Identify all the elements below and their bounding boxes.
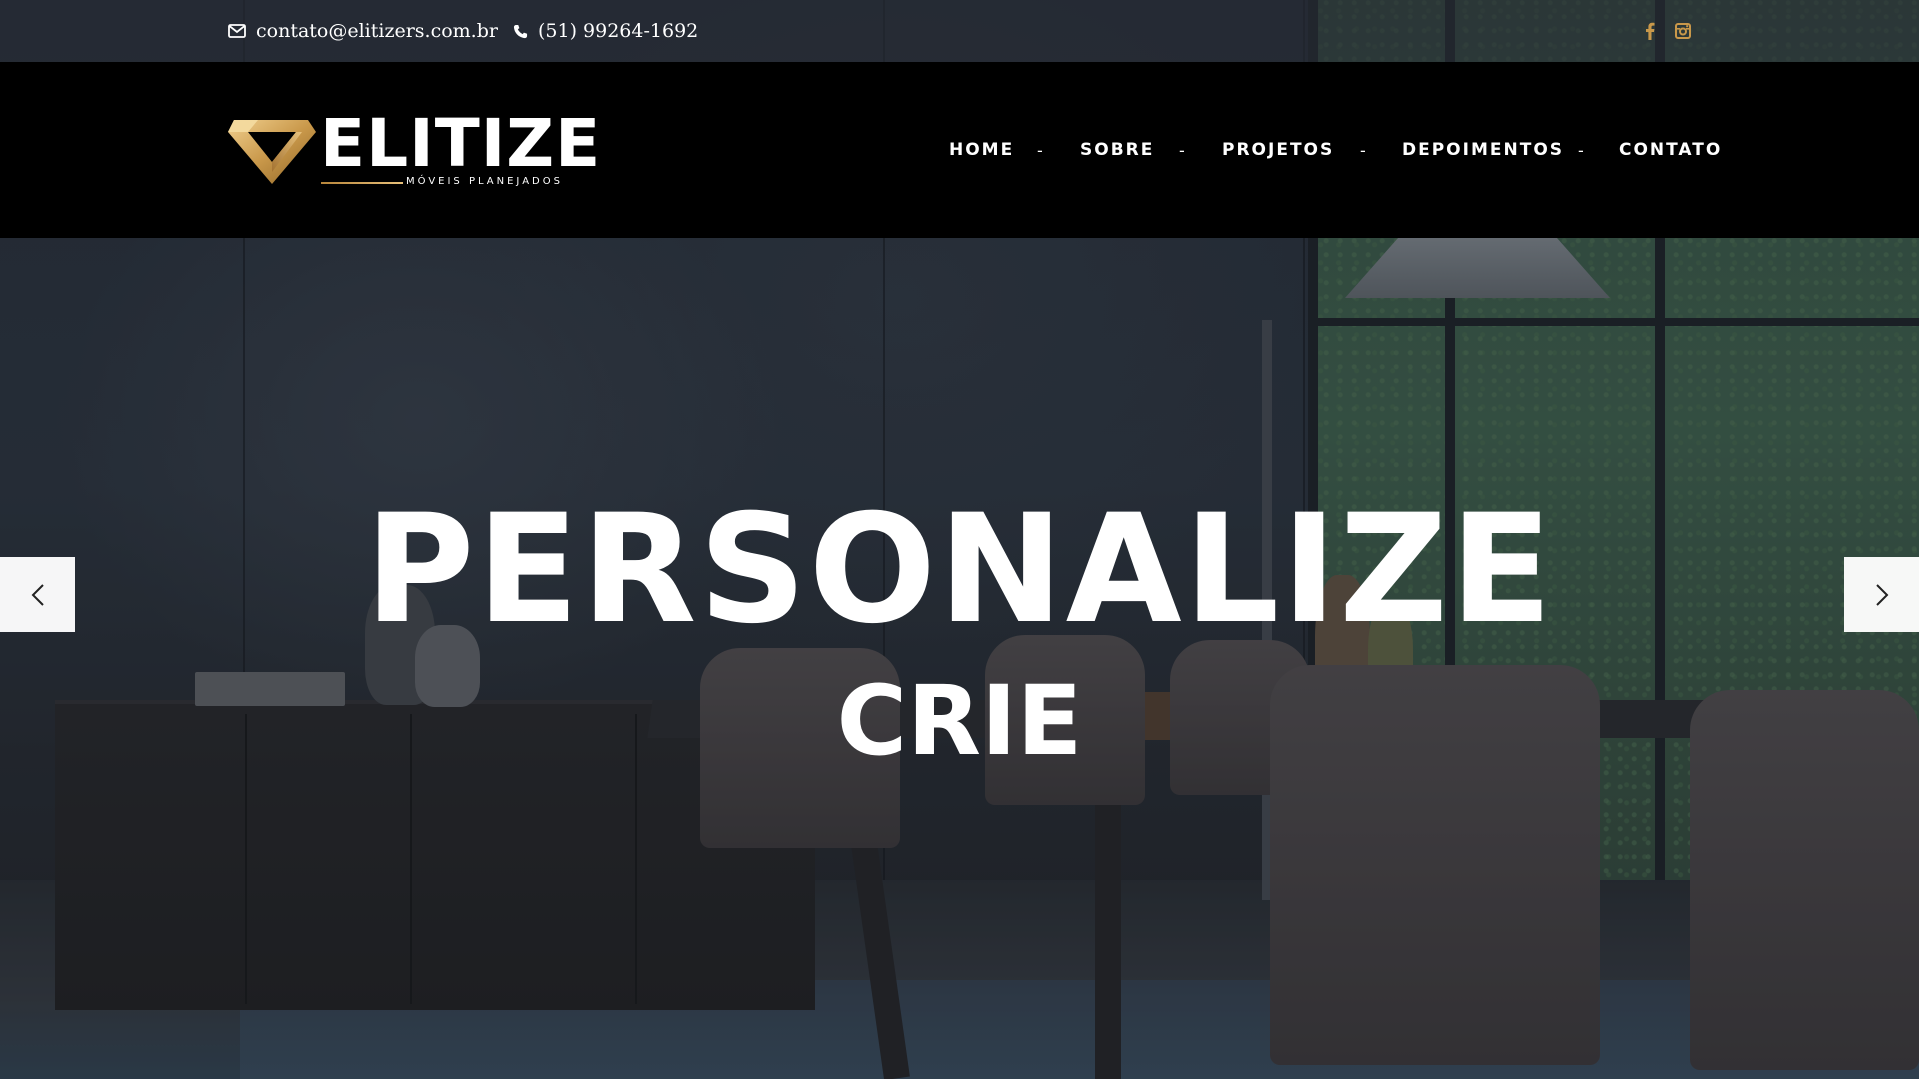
facebook-icon	[1645, 22, 1655, 40]
contact-phone-text: (51) 99264-1692	[538, 20, 699, 42]
slider-next-button[interactable]	[1844, 557, 1919, 632]
facebook-link[interactable]	[1639, 18, 1661, 44]
chevron-right-icon	[1875, 583, 1889, 607]
nav-depoimentos[interactable]: DEPOIMENTOS	[1402, 62, 1564, 238]
slider-prev-button[interactable]	[0, 557, 75, 632]
hero-title: PERSONALIZE	[364, 483, 1555, 657]
nav-home[interactable]: HOME	[949, 62, 1014, 238]
chevron-left-icon	[31, 583, 45, 607]
nav-separator: -	[1179, 140, 1185, 160]
contact-email-text: contato@elitizers.com.br	[256, 20, 498, 42]
nav-sobre[interactable]: SOBRE	[1080, 62, 1154, 238]
contact-email[interactable]: contato@elitizers.com.br	[228, 0, 498, 62]
top-contact-bar: contato@elitizers.com.br (51) 99264-1692	[0, 0, 1919, 62]
nav-contato[interactable]: CONTATO	[1619, 62, 1722, 238]
nav-projetos[interactable]: PROJETOS	[1222, 62, 1334, 238]
envelope-icon	[228, 24, 256, 38]
hero-subtitle: CRIE	[836, 665, 1083, 777]
instagram-link[interactable]	[1672, 18, 1694, 44]
phone-icon	[513, 24, 538, 39]
contact-phone[interactable]: (51) 99264-1692	[513, 0, 698, 62]
nav-separator: -	[1360, 140, 1366, 160]
main-nav: HOME - SOBRE - PROJETOS - DEPOIMENTOS - …	[0, 62, 1919, 238]
instagram-icon	[1675, 23, 1691, 39]
nav-separator: -	[1578, 140, 1584, 160]
nav-separator: -	[1037, 140, 1043, 160]
